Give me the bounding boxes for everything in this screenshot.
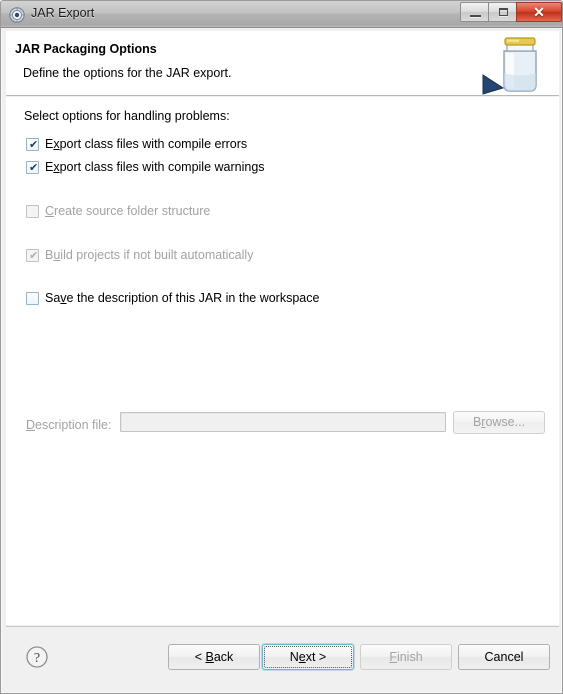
options-panel: Select options for handling problems: ✔ … — [6, 97, 559, 625]
checkbox-build-projects-if-not-built-automatically: ✔ — [26, 248, 39, 262]
page-description: Define the options for the JAR export. — [23, 66, 232, 80]
window-controls: ✕ — [460, 2, 562, 23]
description-file-input — [120, 412, 446, 432]
jar-export-icon — [9, 7, 25, 23]
close-button[interactable]: ✕ — [516, 2, 562, 22]
cancel-button[interactable]: Cancel — [458, 644, 550, 670]
back-button[interactable]: < Back — [168, 644, 260, 670]
check-icon: ✔ — [29, 160, 39, 174]
checkbox-export-compile-warnings[interactable]: ✔ — [26, 160, 39, 174]
checkbox-save-description[interactable] — [26, 291, 39, 305]
svg-text:?: ? — [34, 651, 40, 666]
window-title: JAR Export — [31, 6, 95, 20]
checkbox-row-export-compile-warnings[interactable]: ✔ Export class files with compile warnin… — [26, 158, 265, 176]
checkbox-row-save-description[interactable]: Save the description of this JAR in the … — [26, 289, 319, 307]
title-bar[interactable]: JAR Export ✕ — [1, 1, 562, 28]
next-button[interactable]: Next > — [262, 644, 354, 670]
checkbox-label-build-projects-if-not-built-automatically: Build projects if not built automaticall… — [45, 248, 254, 262]
checkbox-label-export-compile-errors: Export class files with compile errors — [45, 137, 248, 151]
help-icon[interactable]: ? — [25, 645, 49, 669]
checkbox-row-create-source-folder-structure: Create source folder structure — [26, 202, 210, 220]
wizard-header: JAR Packaging Options Define the options… — [6, 31, 559, 96]
description-file-label: Description file: — [26, 418, 112, 432]
maximize-button[interactable] — [488, 2, 517, 22]
section-label: Select options for handling problems: — [24, 109, 230, 123]
finish-button: Finish — [360, 644, 452, 670]
browse-button: Browse... — [453, 411, 545, 434]
maximize-icon — [499, 8, 508, 16]
checkbox-row-export-compile-errors[interactable]: ✔ Export class files with compile errors — [26, 135, 247, 153]
minimize-button[interactable] — [460, 2, 489, 22]
minimize-icon — [470, 15, 481, 17]
check-icon: ✔ — [29, 248, 39, 262]
jar-export-dialog: JAR Export ✕ JAR Packaging Options Defin… — [0, 0, 563, 694]
checkbox-row-build-projects-if-not-built-automatically: ✔ Build projects if not built automatica… — [26, 246, 253, 264]
page-title: JAR Packaging Options — [15, 42, 157, 56]
checkbox-create-source-folder-structure — [26, 204, 39, 218]
jar-export-banner-icon — [482, 37, 537, 95]
checkbox-export-compile-errors[interactable]: ✔ — [26, 137, 39, 151]
checkbox-label-create-source-folder-structure: Create source folder structure — [45, 204, 211, 218]
dialog-button-bar: ? < Back Next > Finish Cancel — [6, 626, 559, 689]
close-icon: ✕ — [533, 4, 545, 20]
checkbox-label-export-compile-warnings: Export class files with compile warnings — [45, 160, 265, 174]
checkbox-label-save-description: Save the description of this JAR in the … — [45, 291, 320, 305]
check-icon: ✔ — [29, 137, 39, 151]
